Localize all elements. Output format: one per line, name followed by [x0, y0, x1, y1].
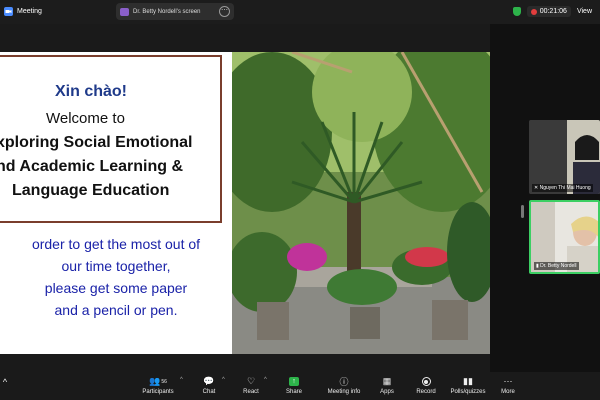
- toolbar-left-caret[interactable]: ^: [0, 375, 10, 399]
- participants-button[interactable]: 👥 56 Participants: [140, 375, 176, 399]
- meeting-info-button[interactable]: ⓘ Meeting info: [324, 375, 364, 399]
- apps-button[interactable]: ▦ Apps: [376, 375, 398, 399]
- record-icon: [421, 377, 431, 386]
- meeting-toolbar: ^ 👥 56 Participants ^ 💬 Chat ^ ♡ React ^ …: [0, 372, 600, 400]
- chat-button[interactable]: 💬 Chat: [198, 375, 220, 399]
- slide-instruction-line: and a pencil or pen.: [54, 302, 178, 318]
- react-button[interactable]: ♡ React: [240, 375, 262, 399]
- info-icon: ⓘ: [339, 377, 349, 387]
- share-button[interactable]: ↑ Share: [282, 375, 306, 399]
- slide-title-line-3: Language Education: [12, 182, 170, 199]
- chat-caret-icon[interactable]: ^: [222, 377, 225, 383]
- slide-instruction-line: order to get the most out of: [31, 236, 201, 252]
- polls-quizzes-button[interactable]: ▮▮ Polls/quizzes: [448, 375, 488, 399]
- participant-name: ✕ Nguyen Thi Mai Huong: [532, 184, 593, 192]
- screen-share-pill[interactable]: Dr. Betty Nordell's screen ⋯: [116, 3, 234, 20]
- garden-photo-illustration: [232, 52, 490, 354]
- timer-text: 00:21:06: [539, 8, 567, 15]
- gallery-resize-handle[interactable]: [521, 205, 524, 218]
- participant-gallery: ✕ Nguyen Thi Mai Huong ▮ Dr. Betty Norde…: [490, 24, 600, 372]
- recording-dot-icon: [530, 8, 537, 15]
- heart-icon: ♡: [246, 376, 256, 386]
- slide-greeting: Xin chào!: [55, 83, 128, 100]
- slide-instruction-line: please get some paper: [44, 280, 188, 296]
- participant-video: [529, 120, 600, 194]
- record-button[interactable]: Record: [414, 375, 438, 399]
- top-bar: Meeting Dr. Betty Nordell's screen ⋯ 00:…: [0, 0, 600, 24]
- top-right-controls: 00:21:06 View: [512, 6, 592, 17]
- slide-title-line-2: nd Academic Learning &: [0, 158, 183, 175]
- polls-icon: ▮▮: [463, 376, 473, 386]
- app-title: Meeting: [17, 8, 42, 15]
- more-button[interactable]: ⋯ More: [497, 375, 519, 399]
- participants-icon: 👥 56: [149, 376, 167, 386]
- react-caret-icon[interactable]: ^: [264, 377, 267, 383]
- apps-icon: ▦: [382, 376, 392, 386]
- view-button[interactable]: View: [577, 8, 592, 15]
- slide-instruction-line: our time together,: [61, 258, 171, 274]
- share-pill-label: Dr. Betty Nordell's screen: [133, 8, 201, 15]
- participant-tile[interactable]: ✕ Nguyen Thi Mai Huong: [529, 120, 600, 194]
- slide-welcome: Welcome to: [46, 110, 125, 127]
- slide-text-box: Xin chào! Welcome to xploring Social Emo…: [0, 55, 222, 223]
- meeting-timer: 00:21:06: [526, 6, 571, 17]
- chat-icon: 💬: [203, 376, 215, 386]
- slide-title-line-1: xploring Social Emotional: [0, 134, 193, 151]
- garden-photo: [232, 52, 490, 354]
- participant-name: ▮ Dr. Betty Nordell: [534, 262, 579, 270]
- app-title-area: Meeting: [4, 7, 42, 16]
- participant-tile-speaking[interactable]: ▮ Dr. Betty Nordell: [529, 200, 600, 274]
- share-screen-icon: [120, 7, 129, 16]
- security-shield-icon[interactable]: [512, 7, 521, 16]
- zoom-logo-icon: [4, 7, 13, 16]
- share-arrow-icon: ↑: [289, 377, 299, 386]
- participants-caret-icon[interactable]: ^: [180, 377, 183, 383]
- chevron-up-icon: ^: [2, 376, 8, 387]
- shared-screen: Xin chào! Welcome to xploring Social Emo…: [0, 52, 490, 354]
- more-icon: ⋯: [503, 376, 513, 386]
- more-options-icon[interactable]: ⋯: [219, 6, 230, 17]
